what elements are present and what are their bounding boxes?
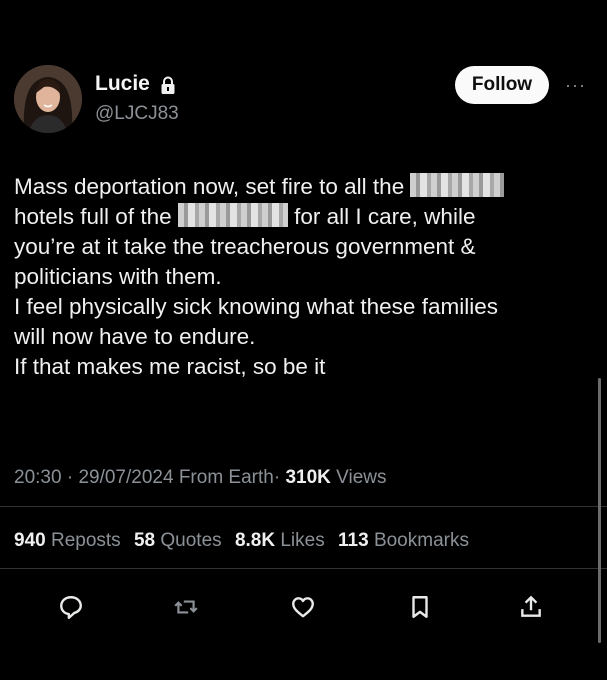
- tweet-line: hotels full of the for all I care, while: [14, 203, 476, 229]
- tweet-line: Mass deportation now, set fire to all th…: [14, 172, 594, 202]
- bookmarks-stat[interactable]: 113 Bookmarks: [338, 530, 469, 551]
- tweet-text: Mass deportation now, set fire to all th…: [14, 172, 594, 382]
- divider: [0, 506, 607, 507]
- tweet-line: politicians with them.: [14, 264, 222, 289]
- lock-icon: [161, 76, 175, 94]
- profile-photo: [14, 65, 82, 133]
- bookmark-icon[interactable]: [407, 594, 433, 620]
- author-handle[interactable]: @LJCJ83: [95, 103, 179, 125]
- follow-button[interactable]: Follow: [455, 66, 549, 104]
- like-icon[interactable]: [290, 594, 316, 620]
- reposts-stat[interactable]: 940 Reposts: [14, 530, 121, 551]
- likes-stat[interactable]: 8.8K Likes: [235, 530, 325, 551]
- tweet-line: If that makes me racist, so be it: [14, 354, 326, 379]
- divider: [0, 568, 607, 569]
- redaction-block: [410, 173, 505, 197]
- tweet-time[interactable]: 20:30: [14, 467, 62, 488]
- tweet-line: will now have to endure.: [14, 324, 256, 349]
- tweet-line: you’re at it take the treacherous govern…: [14, 234, 476, 259]
- scrollbar[interactable]: [598, 378, 601, 643]
- tweet-source: From Earth: [178, 467, 274, 488]
- author-name[interactable]: Lucie: [95, 72, 150, 96]
- avatar[interactable]: [14, 65, 82, 133]
- share-icon[interactable]: [518, 594, 544, 620]
- views-label: Views: [336, 467, 387, 488]
- tweet-meta: 20:30 · 29/07/2024 From Earth· 310K View…: [14, 467, 387, 488]
- quotes-stat[interactable]: 58 Quotes: [134, 530, 222, 551]
- views-count: 310K: [285, 467, 331, 488]
- repost-icon[interactable]: [173, 594, 199, 620]
- redaction-block: [177, 203, 288, 227]
- reply-icon[interactable]: [58, 594, 84, 620]
- tweet-date[interactable]: 29/07/2024: [78, 467, 173, 488]
- engagement-stats: 940 Reposts 58 Quotes 8.8K Likes 113 Boo…: [14, 530, 477, 552]
- more-dots-icon[interactable]: ···: [565, 75, 586, 96]
- tweet-line: I feel physically sick knowing what thes…: [14, 294, 498, 319]
